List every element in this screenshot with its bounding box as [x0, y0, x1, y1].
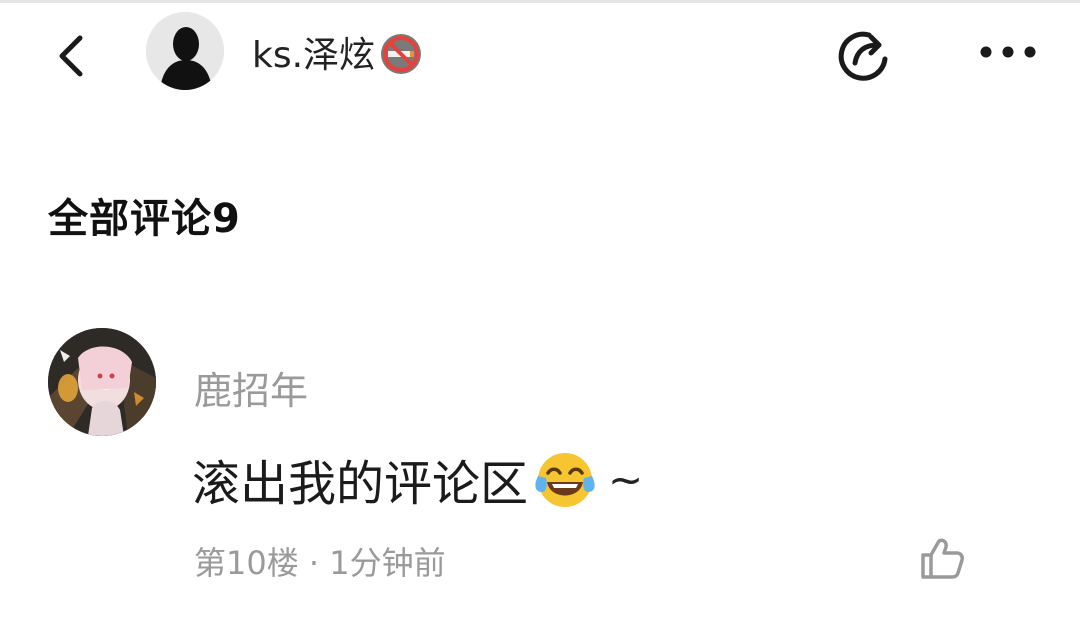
avatar-silhouette [146, 12, 224, 90]
comment-text: 滚出我的评论区 [192, 456, 529, 512]
avatar-anime-image [48, 328, 156, 436]
comment-body: 滚出我的评论区 ~ [192, 444, 643, 514]
like-button[interactable] [914, 530, 970, 586]
comments-title: 全部评论9 [48, 196, 241, 242]
comment-item: 鹿招年 滚出我的评论区 ~ 第10楼 · 1分钟前 [0, 320, 1080, 600]
no-smoking-icon [379, 32, 423, 76]
back-button[interactable] [44, 28, 100, 84]
author-name[interactable]: ks.泽炫 [252, 26, 423, 78]
more-button[interactable] [972, 26, 1044, 78]
top-divider [0, 0, 1080, 3]
thumbs-up-icon [921, 538, 964, 579]
share-icon [838, 31, 888, 81]
more-dots-icon [980, 46, 1036, 58]
author-avatar[interactable] [146, 12, 224, 90]
chevron-left-icon [59, 35, 83, 77]
comment-suffix: ~ [608, 454, 644, 504]
author-name-text: ks.泽炫 [252, 35, 376, 76]
comment-meta: 第10楼 · 1分钟前 [194, 544, 446, 582]
commenter-avatar[interactable] [48, 328, 156, 436]
face-with-tears-of-joy-icon [532, 446, 598, 512]
share-button[interactable] [830, 22, 896, 88]
commenter-name[interactable]: 鹿招年 [194, 360, 308, 415]
